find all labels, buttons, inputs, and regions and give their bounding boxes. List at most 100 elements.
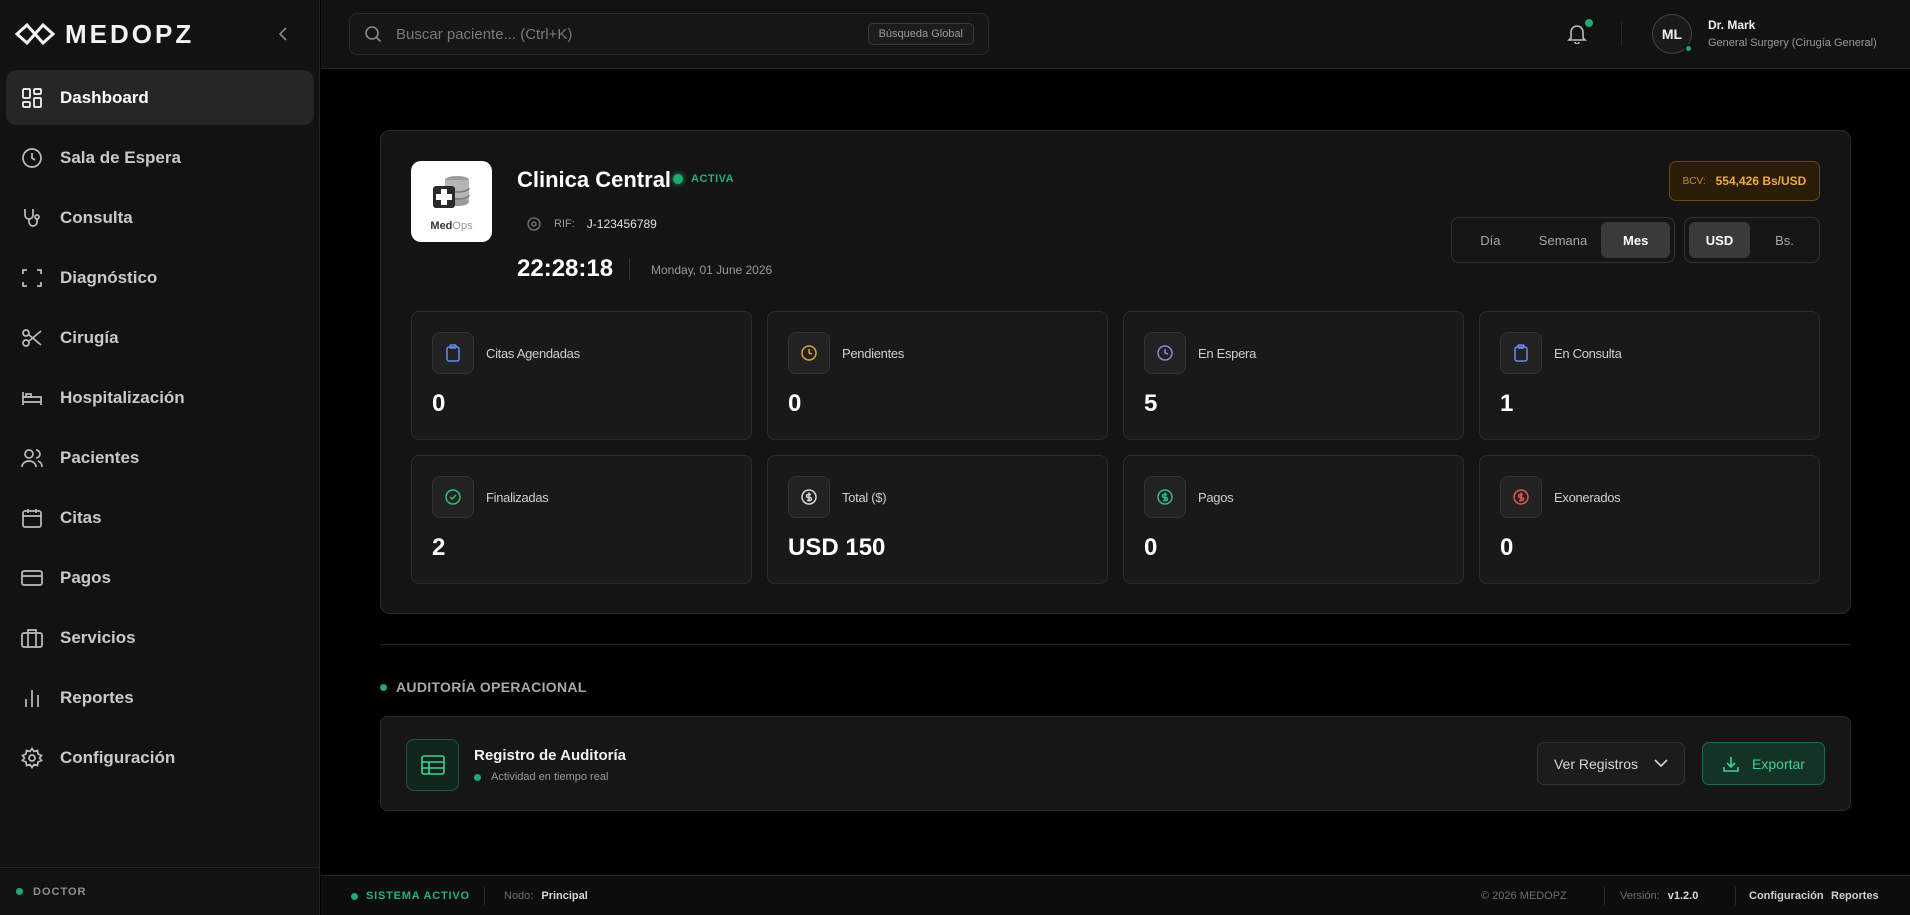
sidebar-item-label: Reportes [60, 687, 134, 707]
status-label: ACTIVA [691, 173, 735, 185]
avatar[interactable]: ML [1652, 14, 1693, 54]
sidebar-item-diagnostico[interactable]: Diagnóstico [6, 250, 314, 305]
avatar-initials: ML [1661, 26, 1683, 42]
sidebar-item-label: Configuración [60, 747, 176, 767]
search-input[interactable] [396, 25, 856, 43]
section-title: AUDITORÍA OPERACIONAL [380, 679, 587, 695]
search-bar[interactable]: Búsqueda Global [349, 13, 989, 55]
stat-card-total[interactable]: Total ($) USD 150 [767, 455, 1108, 584]
sidebar-item-citas[interactable]: Citas [6, 490, 314, 545]
stat-card-pagos[interactable]: Pagos 0 [1123, 455, 1464, 584]
sidebar-item-dashboard[interactable]: Dashboard [6, 70, 314, 125]
chevron-down-icon [1654, 759, 1668, 768]
stat-value: 5 [1144, 390, 1158, 417]
sidebar-item-label: Diagnóstico [60, 267, 158, 287]
node-value: Principal [541, 890, 588, 902]
divider [484, 887, 485, 905]
sidebar-item-sala-de-espera[interactable]: Sala de Espera [6, 130, 314, 185]
brand-part-b: Ops [452, 219, 473, 232]
sidebar-item-label: Pagos [60, 567, 112, 587]
stat-label: Finalizadas [486, 490, 549, 505]
user-specialty: General Surgery (Cirugía General) [1708, 37, 1877, 49]
topbar: Búsqueda Global ML Dr. Mark General Surg… [321, 0, 1910, 69]
notifications-button[interactable] [1566, 19, 1593, 46]
sidebar-item-servicios[interactable]: Servicios [6, 610, 314, 665]
notification-badge [1585, 19, 1593, 27]
sidebar-item-reportes[interactable]: Reportes [6, 670, 314, 725]
audit-subtitle-label: Actividad en tiempo real [491, 771, 609, 783]
sidebar-item-pagos[interactable]: Pagos [6, 550, 314, 605]
version-info: Versión: v1.2.0 [1620, 890, 1698, 902]
currency-toggle: USD Bs. [1684, 217, 1820, 263]
user-name[interactable]: Dr. Mark [1708, 18, 1755, 32]
status-badge: ACTIVA [673, 173, 734, 185]
stat-card-exonerados[interactable]: Exonerados 0 [1479, 455, 1820, 584]
current-time: 22:28:18 [517, 255, 614, 282]
check-circle-icon [432, 476, 474, 518]
logo-mark-icon [15, 23, 55, 45]
clinic-name: Clinica Central [517, 167, 672, 192]
bar-chart-icon [20, 686, 44, 710]
scan-icon [20, 266, 44, 290]
section-title-label: AUDITORÍA OPERACIONAL [396, 679, 587, 695]
stat-card-en-consulta[interactable]: En Consulta 1 [1479, 311, 1820, 440]
rif-label: RIF: [554, 218, 575, 230]
stat-card-en-espera[interactable]: En Espera 5 [1123, 311, 1464, 440]
brand-part-a: Med [430, 219, 453, 232]
copyright: © 2026 MEDOPZ [1481, 890, 1567, 902]
divider [380, 644, 1851, 645]
divider [1604, 887, 1605, 905]
period-option-mes[interactable]: Mes [1601, 222, 1671, 258]
download-icon [1723, 756, 1739, 772]
period-toggle: Día Semana Mes [1451, 217, 1675, 263]
users-icon [20, 446, 44, 470]
clock-icon [1144, 332, 1186, 374]
stethoscope-icon [20, 206, 44, 230]
sidebar-nav: Dashboard Sala de Espera Consulta Diagnó… [6, 70, 314, 790]
sidebar-item-consulta[interactable]: Consulta [6, 190, 314, 245]
stat-value: 0 [1144, 534, 1158, 561]
period-option-dia[interactable]: Día [1456, 222, 1525, 258]
stat-label: Citas Agendadas [486, 346, 580, 361]
collapse-sidebar-button[interactable] [273, 24, 293, 44]
period-option-semana[interactable]: Semana [1529, 222, 1598, 258]
clinic-rif: RIF: J-123456789 [526, 216, 657, 232]
status-footer: SISTEMA ACTIVO Nodo: Principal © 2026 ME… [321, 875, 1910, 915]
dollar-icon [788, 476, 830, 518]
settings-badge-icon [527, 217, 541, 231]
stat-label: Exonerados [1554, 490, 1621, 505]
stat-card-finalizadas[interactable]: Finalizadas 2 [411, 455, 752, 584]
audit-title: Registro de Auditoría [474, 747, 626, 764]
export-label: Exportar [1752, 755, 1805, 772]
footer-link-configuracion[interactable]: Configuración [1735, 890, 1824, 902]
system-status: SISTEMA ACTIVO [351, 890, 470, 902]
view-records-dropdown[interactable]: Ver Registros [1537, 742, 1685, 785]
stat-value: 2 [432, 534, 446, 561]
currency-option-usd[interactable]: USD [1689, 222, 1750, 258]
stat-card-pendientes[interactable]: Pendientes 0 [767, 311, 1108, 440]
audit-subtitle: Actividad en tiempo real [474, 771, 608, 783]
sidebar-item-hospitalizacion[interactable]: Hospitalización [6, 370, 314, 425]
dashboard-icon [20, 86, 44, 110]
footer-link-reportes[interactable]: Reportes [1831, 890, 1879, 902]
sidebar-item-configuracion[interactable]: Configuración [6, 730, 314, 785]
stat-value: 0 [788, 390, 802, 417]
exchange-rate-badge: BCV: 554,426 Bs/USD [1669, 161, 1820, 201]
stat-label: Pendientes [842, 346, 905, 361]
sidebar-item-label: Servicios [60, 627, 136, 647]
stat-card-citas-agendadas[interactable]: Citas Agendadas 0 [411, 311, 752, 440]
sidebar-item-cirugia[interactable]: Cirugía [6, 310, 314, 365]
credit-card-icon [20, 566, 44, 590]
export-button[interactable]: Exportar [1702, 742, 1825, 785]
sidebar-item-pacientes[interactable]: Pacientes [6, 430, 314, 485]
sidebar-item-label: Consulta [60, 207, 133, 227]
app-logo[interactable]: MEDOPZ [15, 19, 194, 49]
clipboard-icon [432, 332, 474, 374]
medops-logo-icon [432, 175, 470, 208]
stat-value: USD 150 [788, 534, 886, 561]
search-scope-button[interactable]: Búsqueda Global [867, 23, 974, 45]
stat-label: En Espera [1198, 346, 1257, 361]
briefcase-icon [20, 626, 44, 650]
currency-option-bs[interactable]: Bs. [1754, 222, 1815, 258]
clock-icon [20, 146, 44, 170]
